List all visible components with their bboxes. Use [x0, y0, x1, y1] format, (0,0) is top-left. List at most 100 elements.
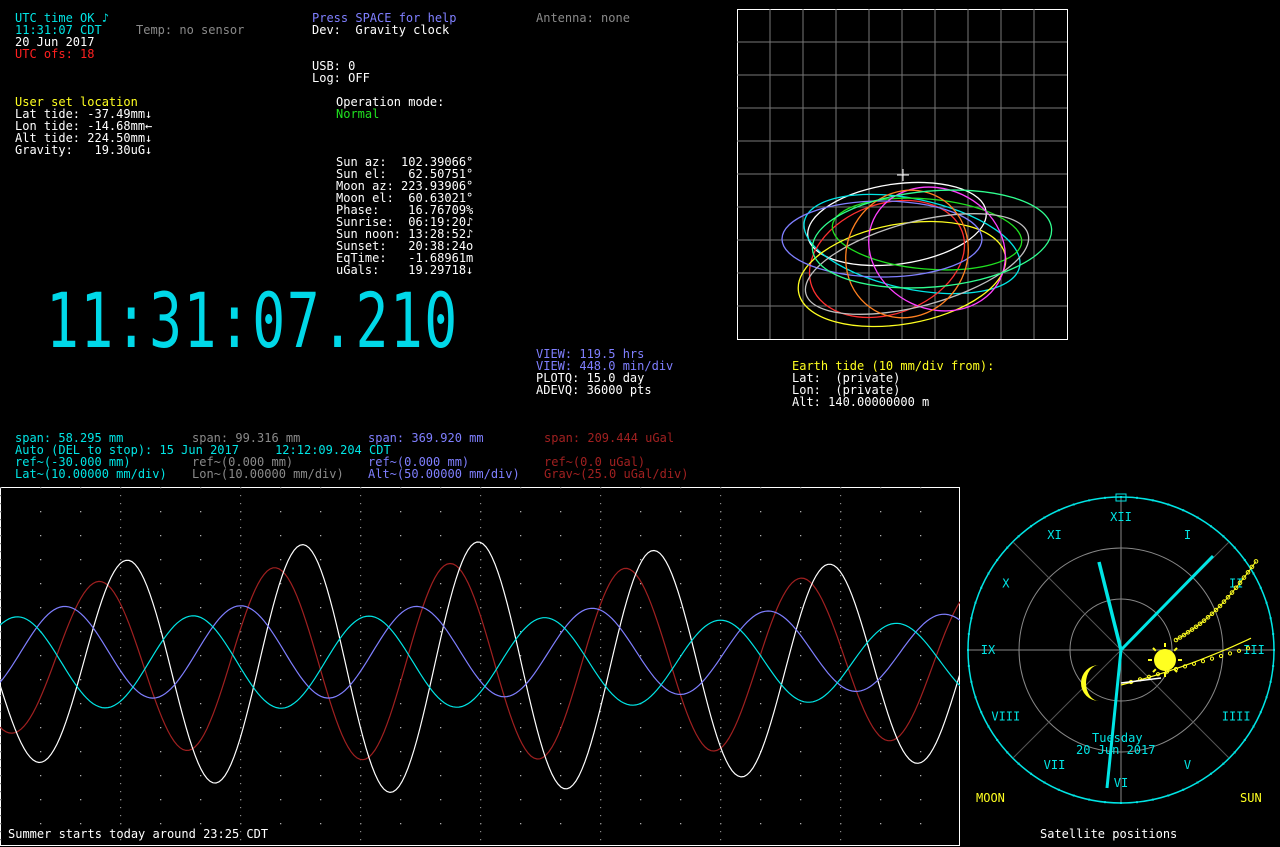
grid-dot — [40, 703, 42, 705]
grid-dot — [800, 511, 802, 513]
grid-dot — [600, 623, 602, 625]
grid-dot — [240, 575, 242, 577]
grid-dot — [480, 623, 482, 625]
grid-dot — [640, 679, 642, 681]
grid-dot — [880, 655, 882, 657]
grid-dot — [480, 711, 482, 713]
earth-tide-alt: Alt: 140.00000000 m — [792, 395, 930, 409]
minute-tick — [1269, 680, 1272, 683]
grid-dot — [80, 607, 82, 609]
grid-dot — [880, 823, 882, 825]
grid-dot — [0, 735, 2, 737]
grid-dot — [520, 751, 522, 753]
grid-dot — [760, 511, 762, 513]
grid-dot — [0, 639, 2, 641]
minute-tick — [1273, 649, 1275, 651]
grid-dot — [560, 655, 562, 657]
grid-dot — [320, 679, 322, 681]
grid-dot — [480, 551, 482, 553]
grid-dot — [480, 839, 482, 841]
grid-dot — [240, 687, 242, 689]
grid-dot — [720, 663, 722, 665]
grid-dot — [840, 671, 842, 673]
grid-dot — [880, 727, 882, 729]
grid-dot — [480, 655, 482, 657]
hour-numeral: XII — [1110, 510, 1132, 524]
grid-dot — [800, 655, 802, 657]
grid-dot — [880, 679, 882, 681]
minute-tick — [967, 649, 969, 651]
grid-dot — [400, 535, 402, 537]
scale-grav: Grav~(25.0 uGal/div) — [544, 467, 689, 481]
minute-tick — [1272, 664, 1275, 667]
grid-dot — [160, 703, 162, 705]
grid-dot — [0, 663, 2, 665]
grid-dot — [600, 575, 602, 577]
grid-dot — [400, 823, 402, 825]
tide-curve — [0, 562, 960, 761]
grid-dot — [480, 807, 482, 809]
grid-dot — [600, 839, 602, 841]
grid-dot — [600, 631, 602, 633]
grid-dot — [360, 615, 362, 617]
grid-dot — [440, 583, 442, 585]
temperature: Temp: no sensor — [136, 23, 245, 37]
minute-tick — [1233, 546, 1236, 549]
grid-dot — [120, 679, 122, 681]
grid-dot — [480, 735, 482, 737]
grid-dot — [80, 583, 82, 585]
grid-dot — [560, 799, 562, 801]
grid-dot — [360, 487, 362, 489]
sun-icon — [1154, 649, 1176, 671]
grid-dot — [840, 799, 842, 801]
grid-dot — [120, 687, 122, 689]
grid-dot — [160, 823, 162, 825]
minute-tick — [1135, 496, 1138, 499]
grid-dot — [400, 751, 402, 753]
grid-dot — [840, 575, 842, 577]
grid-dot — [800, 559, 802, 561]
grid-dot — [0, 535, 2, 537]
grid-dot — [840, 815, 842, 817]
grid-dot — [360, 719, 362, 721]
grid-dot — [80, 655, 82, 657]
grid-dot — [280, 607, 282, 609]
grid-dot — [160, 487, 162, 489]
minute-tick — [996, 738, 999, 741]
grid-dot — [360, 807, 362, 809]
grid-dot — [840, 807, 842, 809]
grid-dot — [120, 631, 122, 633]
grid-dot — [120, 807, 122, 809]
grid-dot — [600, 743, 602, 745]
grid-dot — [200, 559, 202, 561]
minute-tick — [970, 617, 973, 620]
minute-tick — [1135, 801, 1138, 804]
minute-tick — [980, 711, 983, 714]
grid-dot — [240, 719, 242, 721]
grid-dot — [360, 831, 362, 833]
grid-dot — [0, 615, 2, 617]
grid-dot — [360, 567, 362, 569]
grid-dot — [80, 679, 82, 681]
sky-caption: Satellite positions — [1040, 827, 1178, 841]
grid-dot — [440, 535, 442, 537]
minute-tick — [1265, 696, 1268, 699]
grid-dot — [720, 735, 722, 737]
grid-dot — [240, 791, 242, 793]
grid-dot — [360, 735, 362, 737]
grid-dot — [80, 799, 82, 801]
grid-dot — [0, 807, 2, 809]
grid-dot — [720, 495, 722, 497]
grid-dot — [320, 703, 322, 705]
plot-message: Summer starts today around 23:25 CDT — [8, 827, 269, 841]
grid-dot — [200, 823, 202, 825]
tide-curve — [0, 605, 960, 699]
grid-dot — [680, 607, 682, 609]
grid-dot — [440, 823, 442, 825]
minute-tick — [1259, 711, 1262, 714]
grid-dot — [600, 815, 602, 817]
grid-dot — [480, 743, 482, 745]
grid-dot — [920, 655, 922, 657]
grid-dot — [840, 735, 842, 737]
grid-dot — [840, 639, 842, 641]
